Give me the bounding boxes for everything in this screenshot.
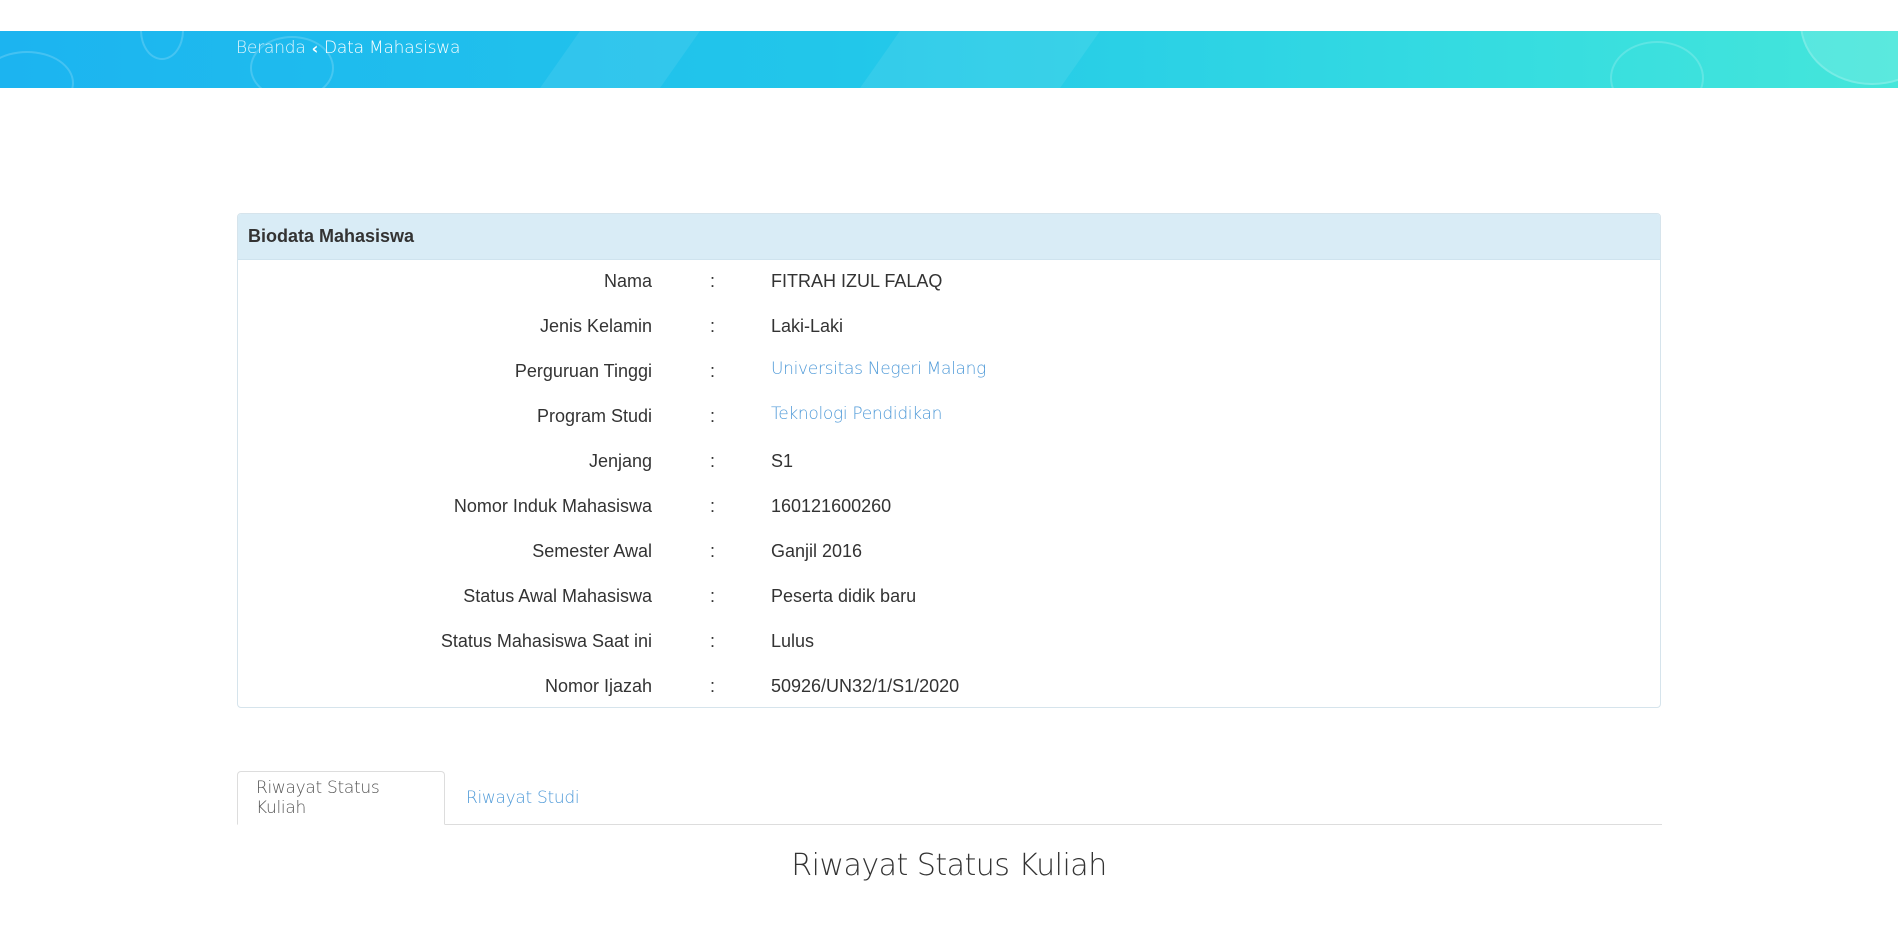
row-colon: :: [710, 631, 716, 651]
row-label: Status Mahasiswa Saat ini: [440, 631, 652, 651]
decorative-cloud-shape: [1610, 41, 1704, 88]
tab-riwayat-status-kuliah[interactable]: Riwayat Status Kuliah: [237, 771, 445, 825]
row-label: Semester Awal: [532, 541, 652, 561]
chevron-left-icon: ‹: [311, 38, 319, 58]
top-bar: [0, 0, 1898, 31]
university-link[interactable]: Universitas Negeri Malang: [771, 359, 986, 379]
biodata-row-nim: Nomor Induk Mahasiswa : 160121600260: [238, 484, 1660, 529]
biodata-row-perguruan-tinggi: Perguruan Tinggi : Universitas Negeri Ma…: [238, 349, 1660, 394]
biodata-row-jenjang: Jenjang : S1: [238, 439, 1660, 484]
row-value: Peserta didik baru: [771, 586, 917, 606]
biodata-row-semester-awal: Semester Awal : Ganjil 2016: [238, 529, 1660, 574]
decorative-circle-shape: [140, 31, 184, 60]
study-program-link[interactable]: Teknologi Pendidikan: [771, 404, 942, 424]
biodata-panel: Biodata Mahasiswa Nama : FITRAH IZUL FAL…: [237, 213, 1661, 708]
panel-title: Biodata Mahasiswa: [238, 214, 1660, 260]
biodata-row-nama: Nama : FITRAH IZUL FALAQ: [238, 259, 1660, 304]
row-label: Jenjang: [588, 451, 652, 471]
row-colon: :: [710, 361, 716, 381]
row-value: FITRAH IZUL FALAQ: [771, 271, 943, 291]
history-tabs: Riwayat Status Kuliah Riwayat Studi: [237, 771, 1662, 825]
row-label: Nama: [603, 271, 652, 291]
row-value: Ganjil 2016: [771, 541, 863, 561]
decorative-circle-shape: [1800, 31, 1898, 85]
breadcrumb-current: Data Mahasiswa: [324, 38, 461, 58]
row-value: 160121600260: [771, 496, 892, 516]
row-colon: :: [710, 316, 716, 336]
row-colon: :: [710, 586, 716, 606]
row-colon: :: [710, 406, 716, 426]
row-value: Lulus: [771, 631, 815, 651]
tab-riwayat-studi[interactable]: Riwayat Studi: [445, 771, 597, 824]
row-colon: :: [710, 676, 716, 696]
row-label: Status Awal Mahasiswa: [463, 586, 652, 606]
biodata-row-status-saat-ini: Status Mahasiswa Saat ini : Lulus: [238, 619, 1660, 664]
row-value: S1: [771, 451, 794, 471]
row-colon: :: [710, 541, 716, 561]
row-value: 50926/UN32/1/S1/2020: [771, 676, 960, 696]
biodata-row-nomor-ijazah: Nomor Ijazah : 50926/UN32/1/S1/2020: [238, 664, 1660, 709]
breadcrumb-home-link[interactable]: Beranda: [236, 38, 306, 58]
biodata-row-program-studi: Program Studi : Teknologi Pendidikan: [238, 394, 1660, 439]
row-value: Laki-Laki: [771, 316, 844, 336]
row-label: Nomor Induk Mahasiswa: [453, 496, 652, 516]
section-title: Riwayat Status Kuliah: [791, 848, 1107, 883]
row-label: Perguruan Tinggi: [514, 361, 652, 381]
row-colon: :: [710, 496, 716, 516]
biodata-row-jenis-kelamin: Jenis Kelamin : Laki-Laki: [238, 304, 1660, 349]
row-label: Program Studi: [536, 406, 652, 426]
biodata-row-status-awal: Status Awal Mahasiswa : Peserta didik ba…: [238, 574, 1660, 619]
row-label: Jenis Kelamin: [539, 316, 652, 336]
decorative-band: [860, 31, 1100, 88]
row-colon: :: [710, 271, 716, 291]
breadcrumb: Beranda ‹ Data Mahasiswa: [236, 38, 460, 58]
decorative-band: [540, 31, 700, 88]
row-colon: :: [710, 451, 716, 471]
row-label: Nomor Ijazah: [544, 676, 652, 696]
decorative-cloud-shape: [0, 51, 74, 88]
